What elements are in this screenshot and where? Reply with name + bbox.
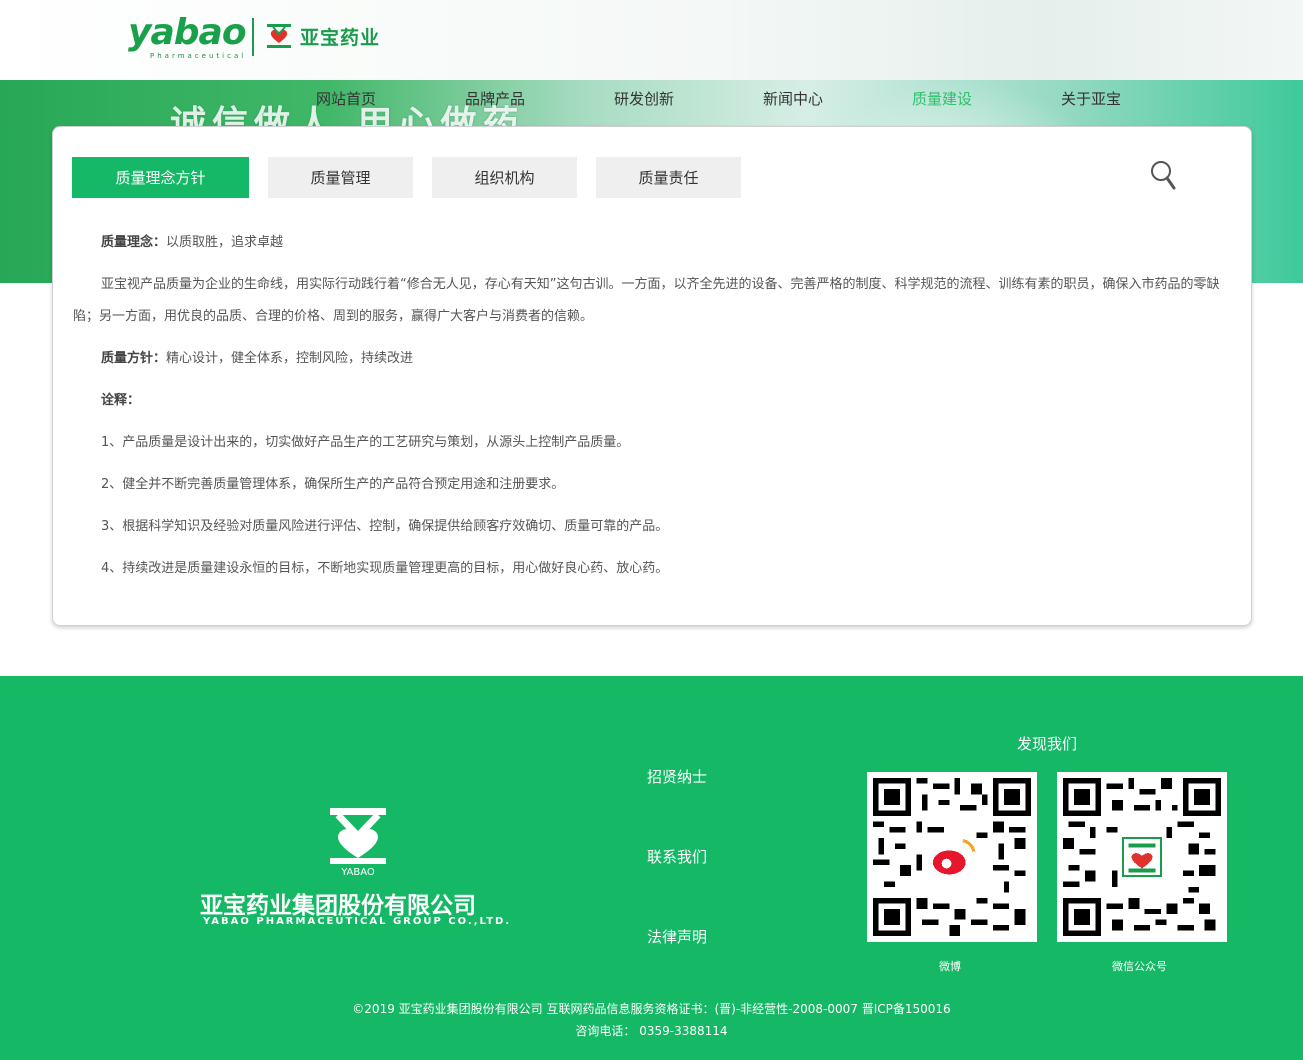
- hotline-text: 咨询电话： 0359-3388114: [575, 1024, 728, 1038]
- weibo-label: 微博: [939, 960, 961, 973]
- top-header: yabao Pharmaceutical 亚宝药业: [0, 0, 1303, 80]
- nav-item-quality[interactable]: 质量建设: [912, 88, 972, 110]
- nav-item-about[interactable]: 关于亚宝: [1061, 88, 1121, 110]
- nav-item-products[interactable]: 品牌产品: [465, 88, 525, 110]
- quality-concept-text: 以质取胜，追求卓越: [166, 235, 284, 250]
- logo-subtitle: Pharmaceutical: [150, 52, 247, 60]
- search-icon[interactable]: [1149, 159, 1177, 191]
- footer-link-careers[interactable]: 招贤纳士: [647, 766, 707, 787]
- footer-company-en: YABAO PHARMACEUTICAL GROUP CO.,LTD.: [203, 916, 512, 927]
- interpretation-title: 诠释：: [101, 393, 141, 408]
- main-nav: 网站首页 品牌产品 研发创新 新闻中心 质量建设 关于亚宝: [0, 88, 1303, 112]
- footer-link-contact[interactable]: 联系我们: [647, 846, 707, 867]
- footer-company-cn: 亚宝药业集团股份有限公司: [200, 893, 476, 919]
- list-item: 2、健全并不断完善质量管理体系，确保所生产的产品符合预定用途和注册要求。: [101, 477, 565, 492]
- nav-item-news[interactable]: 新闻中心: [763, 88, 823, 110]
- nav-item-research[interactable]: 研发创新: [614, 88, 674, 110]
- wechat-qr-code: [1057, 772, 1227, 942]
- content-card: 质量理念方针 质量管理 组织机构 质量责任 质量理念：以质取胜，追求卓越 亚宝视…: [52, 126, 1252, 626]
- find-us-title: 发现我们: [1017, 735, 1078, 753]
- list-item: 4、持续改进是质量建设永恒的目标，不断地实现质量管理更高的目标，用心做好良心药、…: [101, 561, 669, 576]
- quality-policy-title: 质量方针：: [101, 351, 167, 366]
- tab-quality-management[interactable]: 质量管理: [268, 157, 413, 198]
- logo-divider: [252, 18, 254, 56]
- copyright-text: ©2019 亚宝药业集团股份有限公司 互联网药品信息服务资格证书：(晋)-非经营…: [352, 1002, 951, 1016]
- paragraph-interpretation: 诠释：: [73, 385, 1223, 417]
- logo-wordmark: yabao: [128, 12, 247, 53]
- paragraph-quality-policy: 质量方针：精心设计，健全体系，控制风险，持续改进: [73, 343, 1223, 375]
- list-item: 3、根据科学知识及经验对质量风险进行评估、控制，确保提供给顾客疗效确切、质量可靠…: [101, 519, 669, 534]
- wechat-qr-icon: [1063, 778, 1221, 936]
- paragraph-intro: 亚宝视产品质量为企业的生命线，用实际行动践行着“修合无人见，存心有天知”这句古训…: [73, 277, 1220, 324]
- quality-policy-text: 精心设计，健全体系，控制风险，持续改进: [166, 351, 414, 366]
- logo-mark-text: YABAO: [340, 867, 375, 876]
- site-footer: YABAO 亚宝药业集团股份有限公司 YABAO PHARMACEUTICAL …: [0, 676, 1303, 1060]
- logo-cn-text: 亚宝药业: [300, 26, 381, 49]
- weibo-qr-code: [867, 772, 1037, 942]
- weibo-qr-icon: [873, 778, 1031, 936]
- tab-quality-responsibility[interactable]: 质量责任: [596, 157, 741, 198]
- paragraph-quality-concept: 质量理念：以质取胜，追求卓越: [73, 227, 1223, 259]
- wechat-label: 微信公众号: [1112, 960, 1167, 973]
- list-item: 1、产品质量是设计出来的，切实做好产品生产的工艺研究与策划，从源头上控制产品质量…: [101, 435, 630, 450]
- yabao-cn-logo[interactable]: 亚宝药业: [264, 20, 380, 52]
- footer-company-logo: YABAO 亚宝药业集团股份有限公司 YABAO PHARMACEUTICAL …: [200, 806, 520, 927]
- yabao-heart-icon: [267, 24, 291, 48]
- nav-item-home[interactable]: 网站首页: [316, 88, 376, 110]
- footer-link-legal[interactable]: 法律声明: [647, 926, 707, 947]
- quality-concept-title: 质量理念：: [101, 235, 167, 250]
- tab-organization[interactable]: 组织机构: [432, 157, 577, 198]
- article-content: 质量理念：以质取胜，追求卓越 亚宝视产品质量为企业的生命线，用实际行动践行着“修…: [73, 227, 1223, 595]
- tab-quality-philosophy[interactable]: 质量理念方针: [72, 157, 249, 198]
- yabao-logo[interactable]: yabao Pharmaceutical: [128, 12, 247, 61]
- yabao-logo-mark-icon: YABAO: [330, 808, 386, 876]
